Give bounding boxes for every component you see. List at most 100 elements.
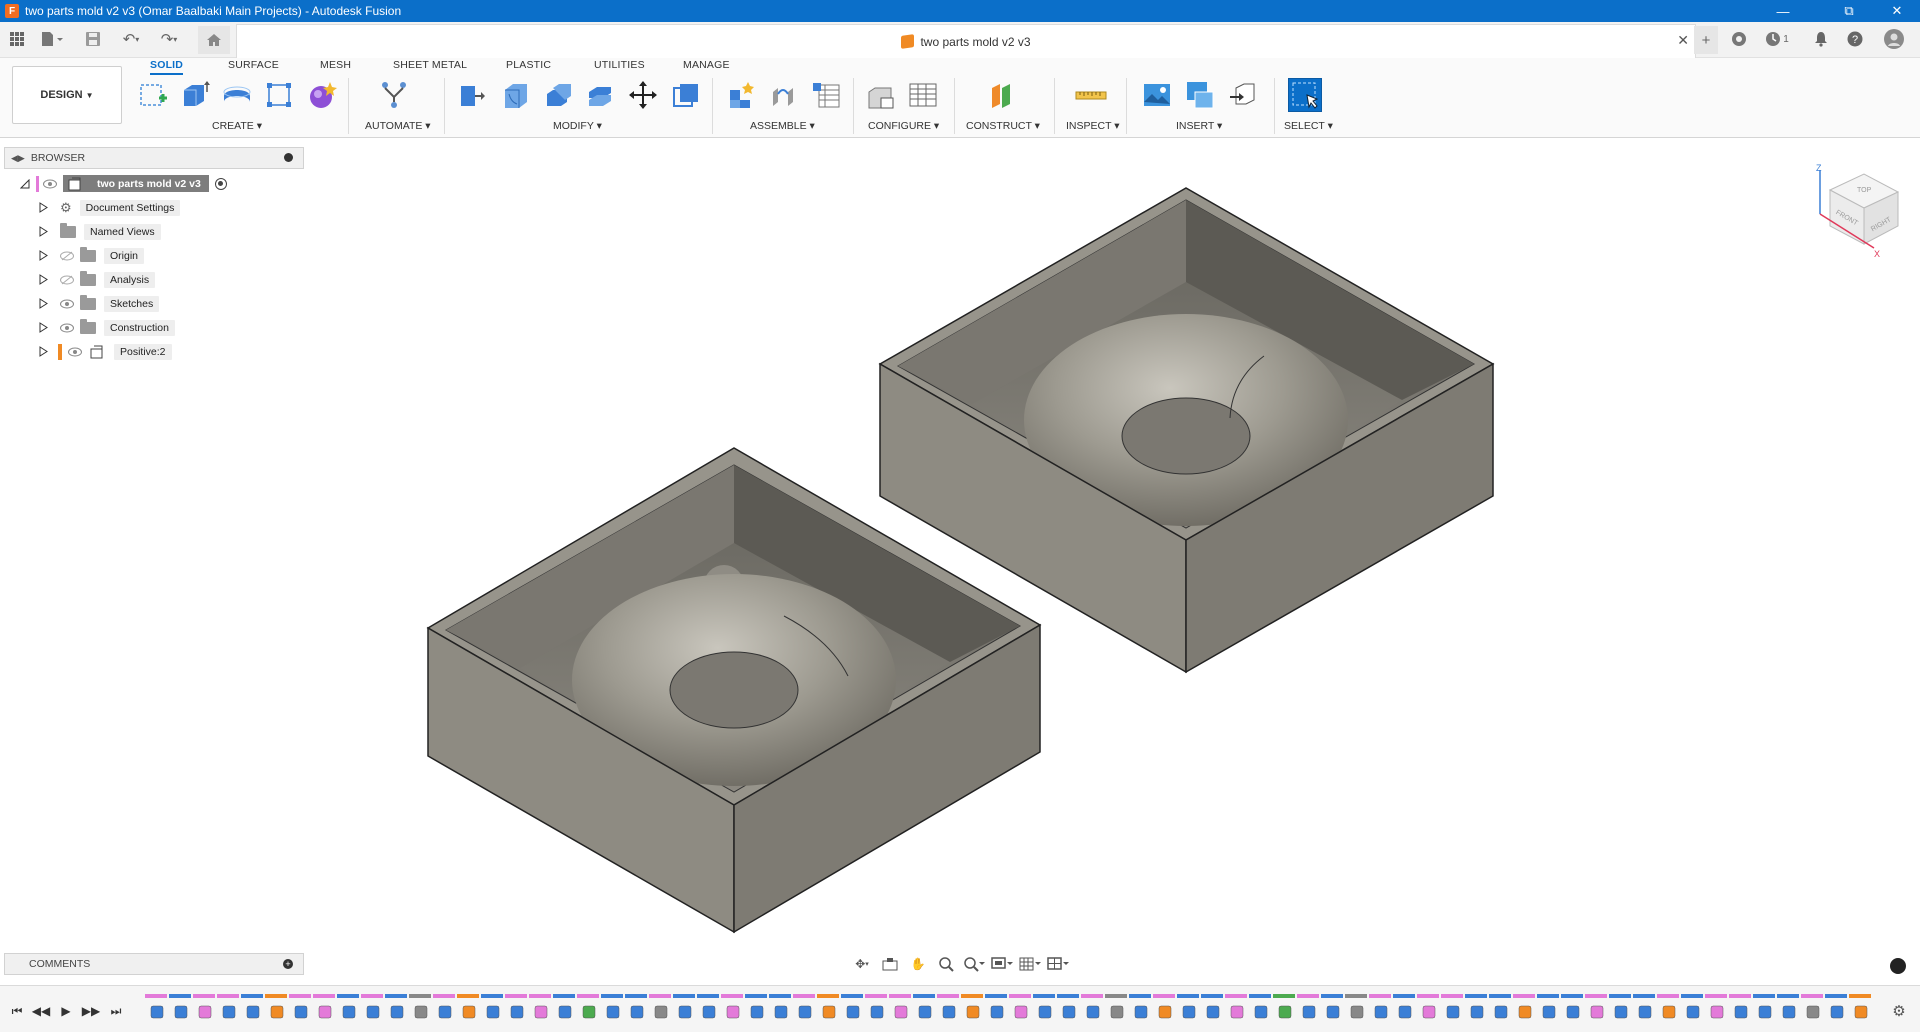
text-commands-icon[interactable] xyxy=(1890,958,1906,974)
document-tab[interactable]: two parts mold v2 v3 ✕ xyxy=(236,24,1696,58)
collapse-browser-icon[interactable]: ◀▶ xyxy=(11,153,25,164)
split-body-button[interactable] xyxy=(583,78,617,112)
restore-button[interactable]: ⧉ xyxy=(1826,0,1872,22)
create-sketch-button[interactable] xyxy=(136,78,170,112)
browser-pin-icon[interactable] xyxy=(284,153,293,162)
bill-of-materials-button[interactable] xyxy=(809,78,843,112)
browser-item-positive-2[interactable]: Positive:2 xyxy=(38,342,172,361)
visibility-eye-icon[interactable] xyxy=(43,179,57,189)
orbit-icon[interactable]: ✥ ▾ xyxy=(849,954,875,974)
expand-arrow-icon[interactable] xyxy=(38,274,48,285)
browser-item-named-views[interactable]: Named Views xyxy=(38,222,161,241)
create-form-button[interactable] xyxy=(305,78,339,112)
move-copy-button[interactable] xyxy=(626,78,660,112)
visibility-eye-icon[interactable] xyxy=(68,347,82,357)
select-button[interactable] xyxy=(1288,78,1322,112)
modify-group-label[interactable]: MODIFY ▾ xyxy=(553,120,602,132)
user-avatar-icon[interactable] xyxy=(1882,28,1906,50)
automate-button[interactable] xyxy=(377,78,411,112)
mold-half-right[interactable] xyxy=(878,187,1495,674)
step-forward-icon[interactable]: ▶▶ xyxy=(82,1002,100,1020)
hidden-eye-icon[interactable] xyxy=(60,275,74,285)
sweep-button[interactable] xyxy=(262,78,296,112)
close-tab-icon[interactable]: ✕ xyxy=(1677,32,1689,49)
construct-group-label[interactable]: CONSTRUCT ▾ xyxy=(966,120,1040,132)
expand-arrow-icon[interactable] xyxy=(38,346,48,357)
offset-plane-button[interactable] xyxy=(984,78,1018,112)
automate-group-label[interactable]: AUTOMATE ▾ xyxy=(365,120,431,132)
comments-panel-header[interactable]: COMMENTS + xyxy=(4,953,304,975)
assemble-group-label[interactable]: ASSEMBLE ▾ xyxy=(750,120,815,132)
tab-plastic[interactable]: PLASTIC xyxy=(506,59,551,75)
tab-solid[interactable]: SOLID xyxy=(150,59,184,75)
inspect-group-label[interactable]: INSPECT ▾ xyxy=(1066,120,1120,132)
undo-icon[interactable]: ↶ ▾ xyxy=(116,28,146,50)
configure-group-label[interactable]: CONFIGURE ▾ xyxy=(868,120,939,132)
workspace-switcher-button[interactable]: DESIGN ▼ xyxy=(12,66,122,124)
help-icon[interactable]: ? xyxy=(1844,28,1866,50)
play-icon[interactable]: ▶ xyxy=(57,1002,75,1020)
pan-hand-icon[interactable]: ✋ xyxy=(905,954,931,974)
visibility-eye-icon[interactable] xyxy=(60,299,74,309)
browser-panel-header[interactable]: ◀▶ BROWSER xyxy=(4,147,304,169)
data-panel-grid-icon[interactable] xyxy=(6,28,28,50)
expand-root-icon[interactable] xyxy=(20,178,30,189)
expand-arrow-icon[interactable] xyxy=(38,226,48,237)
insert-decal-button[interactable] xyxy=(1183,78,1217,112)
configure-button[interactable] xyxy=(863,78,897,112)
fit-zoom-icon[interactable] xyxy=(961,954,987,974)
tab-surface[interactable]: SURFACE xyxy=(228,59,279,75)
add-comment-icon[interactable]: + xyxy=(283,959,293,969)
select-group-label[interactable]: SELECT ▾ xyxy=(1284,120,1333,132)
expand-arrow-icon[interactable] xyxy=(38,322,48,333)
job-status-icon[interactable]: 1 xyxy=(1760,28,1794,50)
viewcube[interactable]: TOP FRONT RIGHT Z X xyxy=(1808,160,1908,260)
insert-image-button[interactable] xyxy=(1140,78,1174,112)
tab-manage[interactable]: MANAGE xyxy=(683,59,730,75)
align-button[interactable] xyxy=(669,78,703,112)
browser-item-construction[interactable]: Construction xyxy=(38,318,175,337)
joint-button[interactable] xyxy=(766,78,800,112)
zoom-icon[interactable] xyxy=(933,954,959,974)
browser-item-document-settings[interactable]: ⚙ Document Settings xyxy=(38,198,181,217)
press-pull-button[interactable] xyxy=(455,78,489,112)
save-icon[interactable] xyxy=(82,28,104,50)
browser-root-row[interactable]: two parts mold v2 v3 xyxy=(20,174,227,193)
browser-item-origin[interactable]: Origin xyxy=(38,246,145,265)
tab-sheet-metal[interactable]: SHEET METAL xyxy=(393,59,467,75)
redo-icon[interactable]: ↷ ▾ xyxy=(154,28,184,50)
insert-mesh-button[interactable] xyxy=(1226,78,1260,112)
mold-half-left[interactable] xyxy=(426,447,1042,934)
expand-arrow-icon[interactable] xyxy=(38,250,48,261)
configuration-table-button[interactable] xyxy=(906,78,940,112)
display-settings-icon[interactable] xyxy=(989,954,1015,974)
hidden-eye-icon[interactable] xyxy=(60,251,74,261)
insert-group-label[interactable]: INSERT ▾ xyxy=(1176,120,1222,132)
go-to-end-icon[interactable]: ⏭ xyxy=(107,1002,125,1020)
expand-arrow-icon[interactable] xyxy=(38,202,48,213)
extrude-button[interactable] xyxy=(178,78,212,112)
new-tab-plus-icon[interactable]: + xyxy=(1694,26,1718,54)
expand-arrow-icon[interactable] xyxy=(38,298,48,309)
viewports-icon[interactable] xyxy=(1045,954,1071,974)
look-at-icon[interactable] xyxy=(877,954,903,974)
shell-button[interactable] xyxy=(541,78,575,112)
step-back-icon[interactable]: ◀◀ xyxy=(32,1002,50,1020)
timeline-feature-strip[interactable] xyxy=(143,990,1873,1030)
home-icon[interactable] xyxy=(198,26,230,54)
extensions-icon[interactable] xyxy=(1728,28,1750,50)
grid-settings-icon[interactable] xyxy=(1017,954,1043,974)
visibility-eye-icon[interactable] xyxy=(60,323,74,333)
tab-mesh[interactable]: MESH xyxy=(320,59,351,75)
tab-utilities[interactable]: UTILITIES xyxy=(594,59,645,75)
create-group-label[interactable]: CREATE ▾ xyxy=(212,120,262,132)
browser-item-analysis[interactable]: Analysis xyxy=(38,270,156,289)
close-window-button[interactable]: ✕ xyxy=(1874,0,1920,22)
file-menu-icon[interactable] xyxy=(38,28,66,50)
fillet-button[interactable] xyxy=(499,78,533,112)
go-to-start-icon[interactable]: ⏮ xyxy=(8,1002,26,1020)
browser-item-sketches[interactable]: Sketches xyxy=(38,294,160,313)
activate-radio-icon[interactable] xyxy=(214,177,227,190)
revolve-button[interactable] xyxy=(220,78,254,112)
minimize-button[interactable]: — xyxy=(1760,0,1806,22)
